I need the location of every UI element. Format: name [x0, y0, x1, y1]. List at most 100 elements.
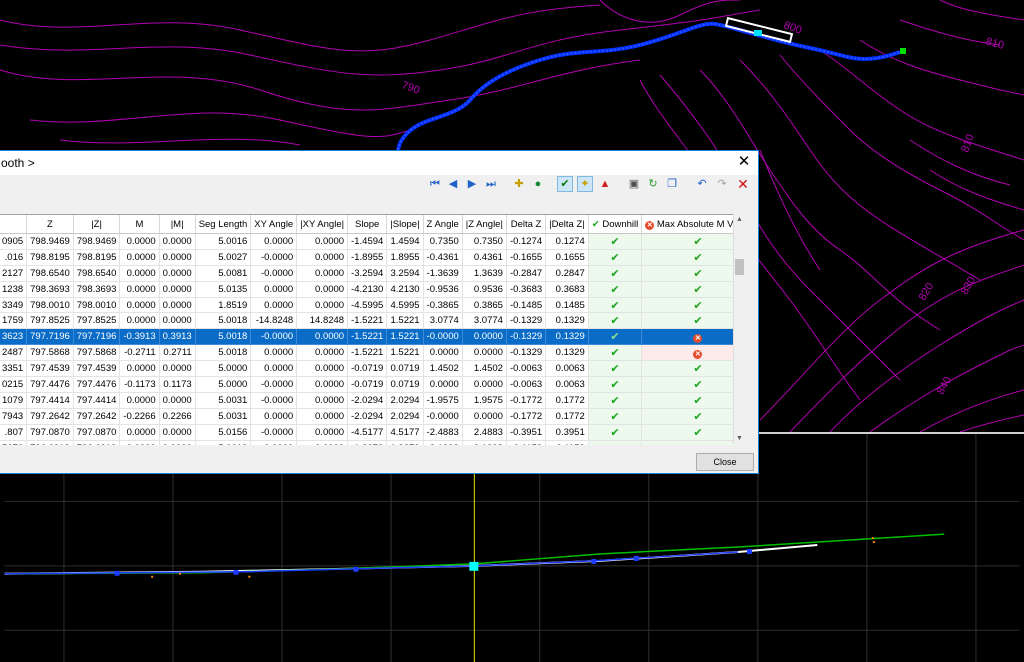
table-cell[interactable]: 797.2642 — [26, 408, 74, 425]
status-ok-cell[interactable]: ✔ — [641, 249, 745, 266]
table-cell[interactable]: 3623 — [0, 328, 28, 346]
table-cell[interactable]: 0.0719 — [386, 360, 424, 378]
status-ok-cell[interactable]: ✔ — [588, 360, 643, 378]
table-cell[interactable]: -0.1329 — [506, 328, 547, 346]
table-cell[interactable]: -0.0719 — [347, 376, 388, 393]
table-cell[interactable]: 797.4476 — [73, 376, 121, 393]
table-cell[interactable]: 0.3683 — [545, 281, 589, 298]
table-cell[interactable]: 0.0000 — [296, 360, 349, 378]
table-cell[interactable]: 0.3865 — [462, 297, 507, 314]
table-cell[interactable]: 0.7350 — [462, 233, 507, 250]
table-cell[interactable]: -0.0000 — [423, 408, 463, 425]
table-cell[interactable]: 0.0000 — [119, 424, 160, 441]
column-header-max-m[interactable]: ✕ Max Absolute M Value — [641, 215, 745, 234]
table-cell[interactable]: 797.2642 — [73, 408, 121, 425]
first-record-icon[interactable]: ⏮ — [427, 176, 443, 192]
status-ok-cell[interactable]: ✔ — [641, 281, 745, 298]
table-cell[interactable]: 0.0000 — [462, 344, 507, 362]
table-cell[interactable]: -0.0000 — [250, 328, 298, 346]
table-cell[interactable]: 798.8195 — [73, 249, 121, 266]
table-cell[interactable]: 0.0000 — [296, 392, 349, 409]
column-header[interactable]: Delta Z — [506, 215, 547, 234]
table-cell[interactable]: -0.4361 — [423, 249, 463, 266]
scroll-down-icon[interactable]: ▼ — [734, 435, 745, 442]
status-fail-cell[interactable]: ✕ — [641, 328, 745, 346]
table-cell[interactable]: 1.5221 — [386, 328, 424, 346]
table-row[interactable]: 1079 797.4414 797.4414 0.0000 0.0000 5.0031 -0… — [0, 392, 745, 409]
table-row[interactable]: 3349 798.0010 798.0010 0.0000 0.0000 1.8519 0.… — [0, 297, 745, 314]
table-cell[interactable]: 0.0000 — [296, 344, 349, 362]
table-cell[interactable]: 0.0000 — [250, 233, 298, 250]
table-cell[interactable]: 798.0010 — [73, 297, 121, 314]
table-row[interactable]: 3351 797.4539 797.4539 0.0000 0.0000 5.0000 0.… — [0, 360, 745, 378]
status-ok-cell[interactable]: ✔ — [588, 281, 643, 298]
table-cell[interactable]: 0.0000 — [159, 281, 196, 298]
table-cell[interactable]: -0.1329 — [506, 344, 547, 362]
delete-icon[interactable]: ✕ — [735, 176, 751, 192]
table-cell[interactable]: -0.0000 — [250, 424, 298, 441]
table-cell[interactable]: 4.2130 — [386, 281, 424, 298]
table-cell[interactable]: 3.0774 — [423, 312, 463, 330]
table-cell[interactable]: -1.5221 — [347, 344, 388, 362]
table-cell[interactable]: 5.0081 — [195, 265, 252, 282]
table-cell[interactable]: 0.0000 — [159, 440, 196, 445]
status-ok-cell[interactable]: ✔ — [588, 249, 643, 266]
table-cell[interactable]: 0.1329 — [545, 312, 589, 330]
table-cell[interactable]: 1.9575 — [462, 392, 507, 409]
table-cell[interactable]: -0.3683 — [506, 281, 547, 298]
table-cell[interactable]: 0.0000 — [423, 344, 463, 362]
table-cell[interactable]: 798.3693 — [26, 281, 74, 298]
table-cell[interactable]: -1.8955 — [347, 249, 388, 266]
status-ok-cell[interactable]: ✔ — [588, 297, 643, 314]
table-cell[interactable]: 0.0000 — [119, 233, 160, 250]
table-cell[interactable]: -1.5221 — [347, 312, 388, 330]
status-ok-cell[interactable]: ✔ — [641, 440, 745, 445]
column-header-downhill[interactable]: ✔ Downhill — [588, 215, 643, 234]
table-cell[interactable]: 797.8525 — [73, 312, 121, 330]
table-row[interactable]: 2127 798.6540 798.6540 0.0000 0.0000 5.0081 -0… — [0, 265, 745, 282]
table-cell[interactable]: 5.0135 — [195, 281, 252, 298]
copy-icon[interactable]: ❐ — [664, 176, 680, 192]
table-cell[interactable]: 0.0000 — [296, 408, 349, 425]
table-cell[interactable]: 798.3693 — [73, 281, 121, 298]
table-row[interactable]: 3623 797.7196 797.7196 -0.3913 0.3913 5.0018-… — [0, 328, 745, 346]
status-ok-cell[interactable]: ✔ — [641, 265, 745, 282]
table-cell[interactable]: 0.0000 — [119, 265, 160, 282]
table-cell[interactable]: 0.0000 — [159, 360, 196, 378]
status-ok-cell[interactable]: ✔ — [641, 424, 745, 441]
table-cell[interactable]: 0.2711 — [159, 344, 196, 362]
table-cell[interactable]: 14.8248 — [296, 312, 349, 330]
table-cell[interactable]: 0.0000 — [250, 440, 298, 445]
table-row[interactable]: 1238 798.3693 798.3693 0.0000 0.0000 5.0135 0.… — [0, 281, 745, 298]
column-header[interactable]: |Z| — [73, 215, 121, 234]
table-cell[interactable]: 0.0000 — [296, 265, 349, 282]
table-cell[interactable]: .807 — [0, 424, 28, 441]
table-cell[interactable]: -0.3865 — [423, 297, 463, 314]
table-cell[interactable]: 0.0000 — [119, 440, 160, 445]
table-cell[interactable]: -0.2266 — [119, 408, 160, 425]
status-ok-cell[interactable]: ✔ — [588, 328, 643, 346]
column-header[interactable]: Z Angle — [423, 215, 463, 234]
status-ok-cell[interactable]: ✔ — [588, 265, 643, 282]
table-cell[interactable]: 0.0000 — [296, 249, 349, 266]
table-cell[interactable]: -2.0294 — [347, 392, 388, 409]
table-cell[interactable]: 0.0000 — [119, 392, 160, 409]
table-cell[interactable]: -0.1173 — [119, 376, 160, 393]
table-cell[interactable]: 0.0000 — [250, 360, 298, 378]
table-cell[interactable]: 0.0063 — [545, 376, 589, 393]
status-ok-cell[interactable]: ✔ — [641, 376, 745, 393]
table-cell[interactable]: 1079 — [0, 392, 28, 409]
table-cell[interactable]: 0.9536 — [462, 281, 507, 298]
last-record-icon[interactable]: ⏭ — [483, 176, 499, 192]
table-cell[interactable]: 3351 — [0, 360, 28, 378]
table-cell[interactable]: -4.5995 — [347, 297, 388, 314]
table-cell[interactable]: 798.9469 — [26, 233, 74, 250]
column-header[interactable]: Slope — [347, 215, 388, 234]
table-cell[interactable]: -0.1485 — [506, 297, 547, 314]
table-cell[interactable]: -0.9536 — [423, 281, 463, 298]
table-cell[interactable]: -3.2594 — [347, 265, 388, 282]
table-cell[interactable]: 2.4883 — [462, 424, 507, 441]
table-cell[interactable]: -1.9575 — [423, 392, 463, 409]
table-cell[interactable]: 0.0000 — [462, 328, 507, 346]
close-icon[interactable]: ✕ — [736, 153, 752, 171]
